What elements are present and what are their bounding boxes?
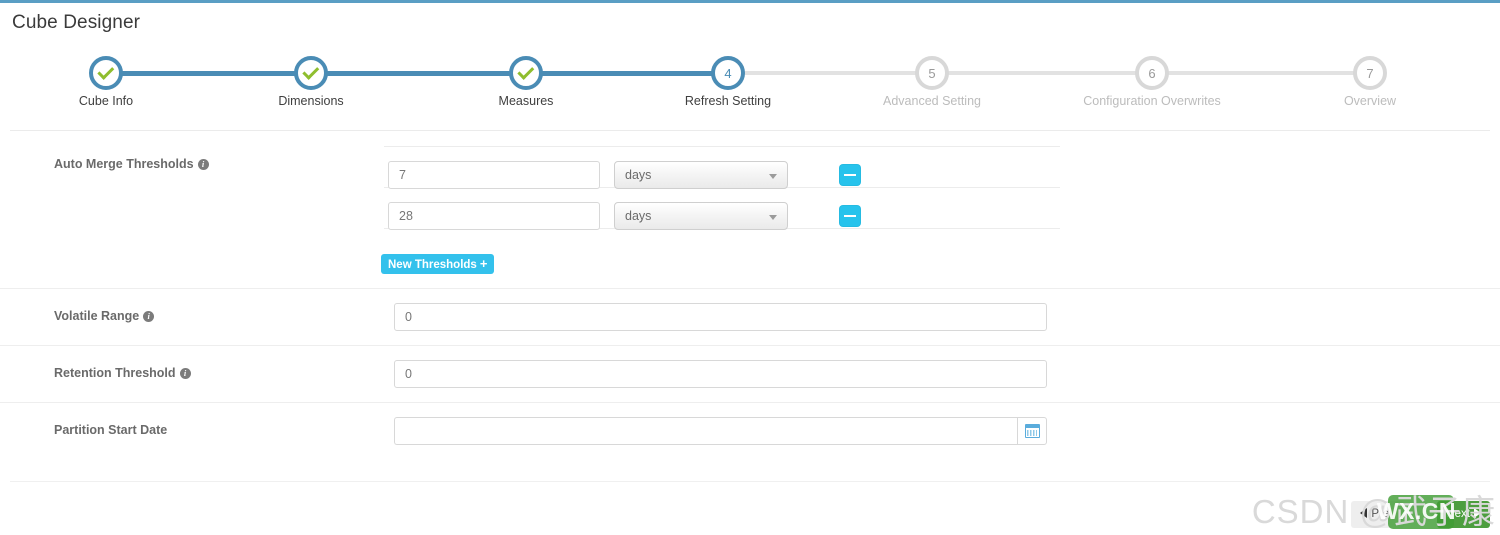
auto-merge-unit-value-0: days (625, 168, 652, 182)
stepper-divider (10, 130, 1490, 131)
prev-label: Prev (1371, 508, 1395, 520)
auto-merge-remove-button-1[interactable] (839, 205, 861, 227)
stepper-circle-6: 6 (1135, 56, 1169, 90)
check-icon (301, 62, 319, 80)
page-header: Cube Designer (0, 3, 1500, 43)
footer-divider (10, 481, 1490, 482)
stepper-connector-4 (728, 71, 932, 75)
stepper-connector-6 (1152, 71, 1370, 75)
prev-button[interactable]: Prev (1351, 501, 1404, 528)
new-thresholds-button[interactable]: New Thresholds + (381, 254, 495, 274)
auto-merge-thresholds-label: Auto Merge Thresholds i (54, 157, 209, 171)
stepper-circle-5: 5 (915, 56, 949, 90)
auto-merge-divider-top (384, 146, 1060, 147)
chevron-down-icon (769, 174, 777, 179)
auto-merge-value-input-0[interactable] (388, 161, 600, 189)
retention-threshold-label: Retention Threshold i (54, 366, 191, 380)
stepper-label-1: Cube Info (78, 94, 134, 108)
stepper-circle-1 (89, 56, 123, 90)
partition-start-date-row: Partition Start Date (0, 402, 1500, 459)
arrow-right-icon (1474, 508, 1481, 518)
stepper-label-5: Advanced Setting (883, 94, 981, 108)
info-icon[interactable]: i (179, 368, 191, 379)
cube-designer-page: Cube Designer Cube Info Dimensions Measure… (0, 0, 1500, 535)
partition-start-date-label: Partition Start Date (54, 423, 168, 437)
stepper-circle-7: 7 (1353, 56, 1387, 90)
volatile-range-input[interactable] (394, 303, 1047, 331)
new-thresholds-label: New Thresholds (388, 259, 477, 271)
partition-start-date-group (394, 417, 1047, 445)
stepper-label-4: Refresh Setting (684, 94, 772, 108)
volatile-range-label: Volatile Range i (54, 309, 155, 323)
stepper-connector-2 (311, 70, 526, 76)
stepper-circle-2 (294, 56, 328, 90)
info-icon[interactable]: i (143, 311, 155, 322)
stepper-connector-5 (932, 71, 1152, 75)
stepper-label-7: Overview (1343, 94, 1397, 108)
auto-merge-value-input-1[interactable] (388, 202, 600, 230)
stepper-connector-3 (526, 70, 728, 76)
stepper-label-2: Dimensions (278, 94, 344, 108)
chevron-down-icon (769, 215, 777, 220)
plus-icon: + (479, 256, 488, 271)
wizard-stepper: Cube Info Dimensions Measures 4 Refresh Sett… (0, 48, 1500, 118)
stepper-label-3: Measures (498, 94, 554, 108)
auto-merge-unit-value-1: days (625, 209, 652, 223)
auto-merge-unit-select-1[interactable]: days (614, 202, 788, 230)
calendar-icon (1024, 424, 1040, 438)
page-title: Cube Designer (12, 12, 141, 33)
retention-threshold-input[interactable] (394, 360, 1047, 388)
stepper-circle-4: 4 (711, 56, 745, 90)
refresh-setting-form: Auto Merge Thresholdsi days days Ne (0, 133, 1500, 459)
stepper-label-6: Configuration Overwrites (1083, 94, 1221, 108)
arrow-left-icon (1360, 508, 1368, 518)
partition-start-date-input[interactable] (394, 417, 1017, 445)
next-button[interactable]: Next (1437, 501, 1490, 528)
check-icon (96, 62, 114, 80)
check-icon (516, 62, 534, 80)
auto-merge-unit-select-0[interactable]: days (614, 161, 788, 189)
auto-merge-thresholds-row: Auto Merge Thresholdsi days days Ne (0, 133, 1500, 288)
partition-start-date-calendar-button[interactable] (1017, 417, 1047, 445)
retention-threshold-row: Retention Threshold i (0, 345, 1500, 402)
next-label: Next (1446, 508, 1470, 520)
stepper-circle-3 (509, 56, 543, 90)
auto-merge-remove-button-0[interactable] (839, 164, 861, 186)
info-icon[interactable]: i (197, 159, 209, 170)
volatile-range-row: Volatile Range i (0, 288, 1500, 345)
stepper-connector-1 (106, 70, 311, 76)
